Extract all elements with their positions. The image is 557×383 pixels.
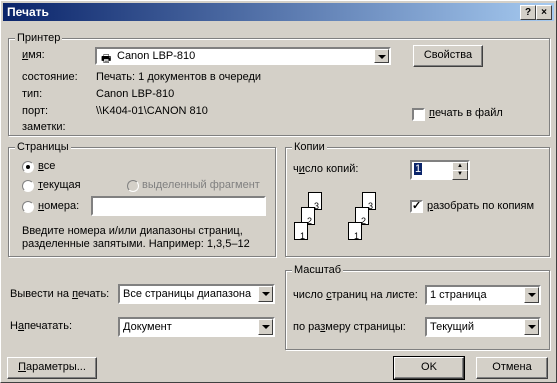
copies-count-value: 1 bbox=[414, 163, 423, 175]
print-what-value: Все страницы диапазона bbox=[123, 288, 252, 300]
page-range-hint-line2: разделенные запятыми. Например: 1,3,5–12 bbox=[22, 238, 250, 250]
port-value: \\K404-01\CANON 810 bbox=[96, 105, 208, 117]
print-type-label: Напечатать: bbox=[10, 320, 73, 332]
chevron-down-icon[interactable] bbox=[524, 287, 539, 303]
pages-group-label: Страницы bbox=[15, 141, 71, 153]
current-page-radio[interactable] bbox=[22, 180, 34, 192]
copies-group-label: Копии bbox=[292, 141, 327, 153]
print-type-select[interactable]: Документ bbox=[118, 317, 275, 337]
type-value: Canon LBP-810 bbox=[96, 88, 175, 100]
scale-to-paper-select[interactable]: Текущий bbox=[425, 317, 541, 337]
chevron-down-icon[interactable] bbox=[524, 319, 539, 335]
scale-to-paper-label: по размеру страницы: bbox=[293, 321, 406, 333]
print-to-file-label: печать в файл bbox=[429, 107, 503, 119]
selection-label: выделенный фрагмент bbox=[142, 179, 260, 191]
printer-icon: 🖶 bbox=[101, 53, 112, 65]
page-numbers-label: номера: bbox=[38, 200, 80, 212]
all-pages-radio[interactable] bbox=[22, 161, 34, 173]
close-button[interactable]: × bbox=[536, 5, 552, 20]
print-to-file-checkbox[interactable] bbox=[412, 108, 425, 121]
print-dialog: Печать ? × Принтер имя: 🖶 Canon LBP-810 … bbox=[0, 0, 557, 383]
window-title: Печать bbox=[7, 5, 49, 19]
notes-label: заметки: bbox=[22, 121, 66, 133]
title-bar: Печать ? × bbox=[3, 3, 554, 21]
pages-per-sheet-select[interactable]: 1 страница bbox=[425, 285, 541, 305]
printer-group: Принтер имя: 🖶 Canon LBP-810 Свойства со… bbox=[8, 32, 550, 136]
print-type-value: Документ bbox=[123, 321, 172, 333]
zoom-group: Масштаб число страниц на листе: 1 страни… bbox=[285, 264, 550, 350]
selection-radio[interactable] bbox=[127, 180, 139, 192]
type-label: тип: bbox=[22, 88, 43, 100]
print-what-label: Вывести на печать: bbox=[10, 288, 110, 300]
print-what-select[interactable]: Все страницы диапазона bbox=[118, 284, 275, 304]
printer-name-select[interactable]: 🖶 Canon LBP-810 bbox=[95, 47, 391, 65]
properties-button[interactable]: Свойства bbox=[413, 45, 483, 67]
help-button[interactable]: ? bbox=[520, 5, 536, 20]
cancel-button[interactable]: Отмена bbox=[476, 357, 548, 379]
printer-name-value: Canon LBP-810 bbox=[117, 50, 196, 62]
scale-to-paper-value: Текущий bbox=[430, 321, 474, 333]
page-1-icon: 1 bbox=[294, 222, 308, 241]
collate-checkbox[interactable] bbox=[410, 199, 423, 213]
status-label: состояние: bbox=[22, 71, 78, 83]
options-button[interactable]: Параметры... bbox=[7, 357, 97, 379]
copies-group: Копии число копий: 1 ▲ ▼ 3 2 1 3 2 1 раз… bbox=[285, 141, 550, 257]
chevron-down-icon[interactable] bbox=[374, 49, 389, 63]
pages-group: Страницы все текущая выделенный фрагмент… bbox=[8, 141, 276, 257]
spin-down-icon[interactable]: ▼ bbox=[452, 170, 468, 180]
all-pages-label: все bbox=[38, 160, 56, 172]
page-1-icon: 1 bbox=[348, 222, 362, 241]
printer-group-label: Принтер bbox=[15, 32, 63, 44]
ok-button[interactable]: OK bbox=[393, 356, 465, 380]
pages-per-sheet-value: 1 страница bbox=[430, 289, 487, 301]
copies-count-label: число копий: bbox=[293, 163, 359, 175]
chevron-down-icon[interactable] bbox=[258, 286, 273, 302]
page-numbers-radio[interactable] bbox=[22, 201, 34, 213]
zoom-group-label: Масштаб bbox=[292, 264, 344, 276]
status-value: Печать: 1 документов в очереди bbox=[96, 71, 262, 83]
copies-count-spinner[interactable]: 1 ▲ ▼ bbox=[410, 160, 470, 180]
collate-label: разобрать по копиям bbox=[427, 200, 535, 212]
port-label: порт: bbox=[22, 105, 49, 117]
current-page-label: текущая bbox=[38, 179, 81, 191]
pages-per-sheet-label: число страниц на листе: bbox=[293, 289, 418, 301]
chevron-down-icon[interactable] bbox=[258, 319, 273, 335]
page-range-hint-line1: Введите номера и/или диапазоны страниц, bbox=[22, 225, 243, 237]
page-numbers-input[interactable] bbox=[91, 196, 266, 216]
printer-name-label: имя: bbox=[22, 49, 45, 61]
